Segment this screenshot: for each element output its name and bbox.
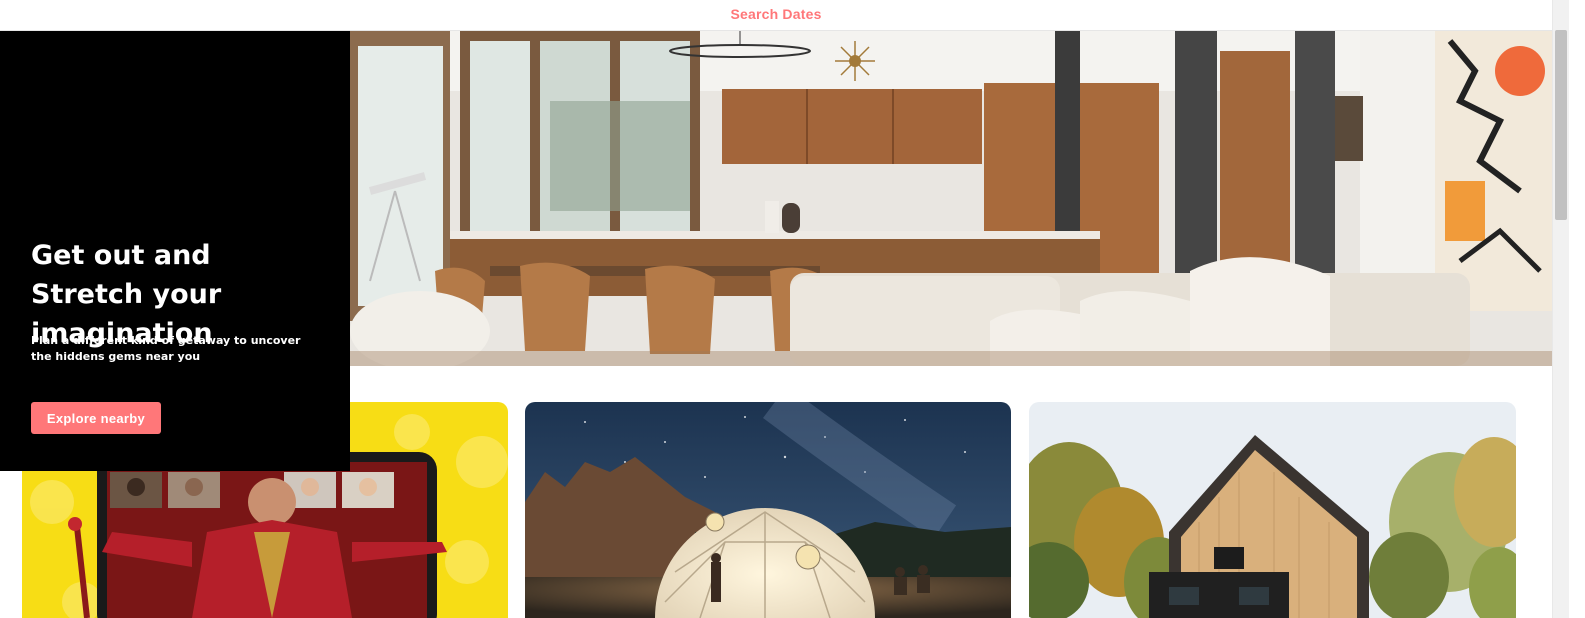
- hero-image: [350, 31, 1552, 366]
- geodesic-dome-image: [525, 402, 1011, 618]
- hero-panel: Get out and Stretch your imagination Pla…: [0, 31, 350, 471]
- explore-nearby-button[interactable]: Explore nearby: [31, 402, 161, 434]
- page-scrollbar[interactable]: [1552, 0, 1569, 618]
- hero-subtitle: Plan a different kind of getaway to unco…: [31, 334, 301, 363]
- wooden-cabin-image: [1029, 402, 1516, 618]
- header-bar: Search Dates: [0, 0, 1552, 31]
- experience-card-cabin[interactable]: [1029, 402, 1516, 618]
- page: Search Dates Get out and Stretch your im…: [0, 0, 1585, 618]
- scrollbar-thumb[interactable]: [1555, 30, 1567, 220]
- search-dates-button[interactable]: Search Dates: [730, 6, 821, 22]
- experience-card-dome[interactable]: [525, 402, 1011, 618]
